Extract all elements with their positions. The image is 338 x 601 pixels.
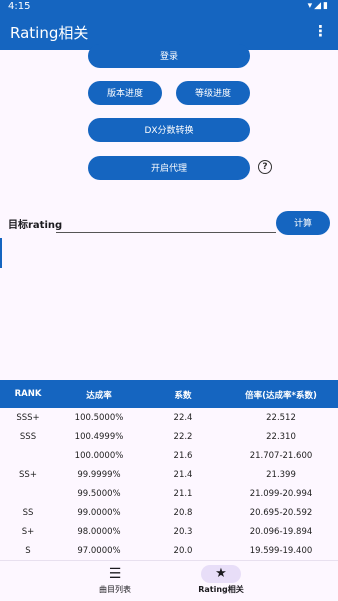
target-rating-label: 目标rating: [8, 220, 63, 231]
nav-rating[interactable]: ★ Rating相关: [176, 565, 266, 595]
coefficient-cell: 20.3: [173, 527, 193, 537]
achievement-cell: 98.0000%: [77, 527, 121, 537]
coefficient-cell: 22.2: [173, 432, 193, 442]
multiplier-cell: 20.096-19.894: [249, 527, 313, 537]
table-header: RANK 达成率 系数 倍率(达成率*系数): [0, 380, 338, 408]
nav-songs[interactable]: ☰ 曲目列表: [70, 565, 160, 595]
table-row: S+ 98.0000% 20.3 20.096-19.894: [0, 522, 338, 541]
multiplier-cell: 21.399: [266, 470, 296, 480]
coefficient-cell: 20.8: [173, 508, 193, 518]
multiplier-cell: 22.512: [266, 413, 296, 423]
login-button[interactable]: 登录: [88, 44, 250, 68]
scroll-indicator: [0, 238, 2, 268]
more-menu-icon[interactable]: ⋮: [313, 22, 328, 40]
header-multiplier: 倍率(达成率*系数): [245, 391, 317, 401]
status-bar: 4:15 ▾◢▮: [0, 0, 338, 14]
multiplier-cell: 22.310: [266, 432, 296, 442]
rank-cell: SS: [22, 508, 34, 518]
table-row: SSS 100.4999% 22.2 22.310: [0, 427, 338, 446]
rank-cell: S+: [21, 527, 35, 537]
calculate-button[interactable]: 计算: [276, 211, 330, 235]
coefficient-cell: 20.0: [173, 546, 193, 556]
help-icon[interactable]: ?: [258, 160, 272, 174]
star-icon: ★: [201, 565, 241, 583]
coefficient-cell: 21.4: [173, 470, 193, 480]
achievement-cell: 100.0000%: [74, 451, 124, 461]
status-icons: ▾◢▮: [307, 1, 330, 11]
coefficient-cell: 21.1: [173, 489, 193, 499]
coefficient-cell: 22.4: [173, 413, 193, 423]
table-row: S 97.0000% 20.0 19.599-19.400: [0, 541, 338, 560]
list-icon: ☰: [108, 566, 122, 582]
achievement-cell: 97.0000%: [77, 546, 121, 556]
table-row: 99.5000% 21.1 21.099-20.994: [0, 484, 338, 503]
achievement-cell: 99.5000%: [77, 489, 121, 499]
achievement-cell: 99.0000%: [77, 508, 121, 518]
version-progress-button[interactable]: 版本进度: [88, 81, 162, 105]
proxy-button[interactable]: 开启代理: [88, 156, 250, 180]
header-coefficient: 系数: [174, 391, 192, 401]
rating-table: SSS+ 100.5000% 22.4 22.512 SSS 100.4999%…: [0, 408, 338, 560]
multiplier-cell: 21.099-20.994: [249, 489, 313, 499]
header-rank: RANK: [14, 389, 42, 399]
multiplier-cell: 19.599-19.400: [249, 546, 313, 556]
achievement-cell: 100.4999%: [74, 432, 124, 442]
achievement-cell: 99.9999%: [77, 470, 121, 480]
bottom-navigation: ☰ 曲目列表 ★ Rating相关: [0, 560, 338, 601]
table-row: SS+ 99.9999% 21.4 21.399: [0, 465, 338, 484]
level-progress-button[interactable]: 等级进度: [176, 81, 250, 105]
target-rating-input[interactable]: [56, 218, 276, 233]
rank-cell: SS+: [19, 470, 37, 480]
dx-convert-button[interactable]: DX分数转换: [88, 118, 250, 142]
rank-cell: SSS+: [16, 413, 40, 423]
achievement-cell: 100.5000%: [74, 413, 124, 423]
rank-cell: SSS: [19, 432, 37, 442]
table-row: SSS+ 100.5000% 22.4 22.512: [0, 408, 338, 427]
nav-rating-label: Rating相关: [198, 585, 244, 594]
coefficient-cell: 21.6: [173, 451, 193, 461]
status-time: 4:15: [8, 1, 31, 12]
nav-songs-label: 曲目列表: [99, 585, 131, 594]
rank-cell: S: [25, 546, 31, 556]
header-achievement: 达成率: [86, 391, 112, 401]
multiplier-cell: 20.695-20.592: [249, 508, 313, 518]
page-title: Rating相关: [10, 24, 89, 42]
multiplier-cell: 21.707-21.600: [249, 451, 313, 461]
table-row: 100.0000% 21.6 21.707-21.600: [0, 446, 338, 465]
table-row: SS 99.0000% 20.8 20.695-20.592: [0, 503, 338, 522]
